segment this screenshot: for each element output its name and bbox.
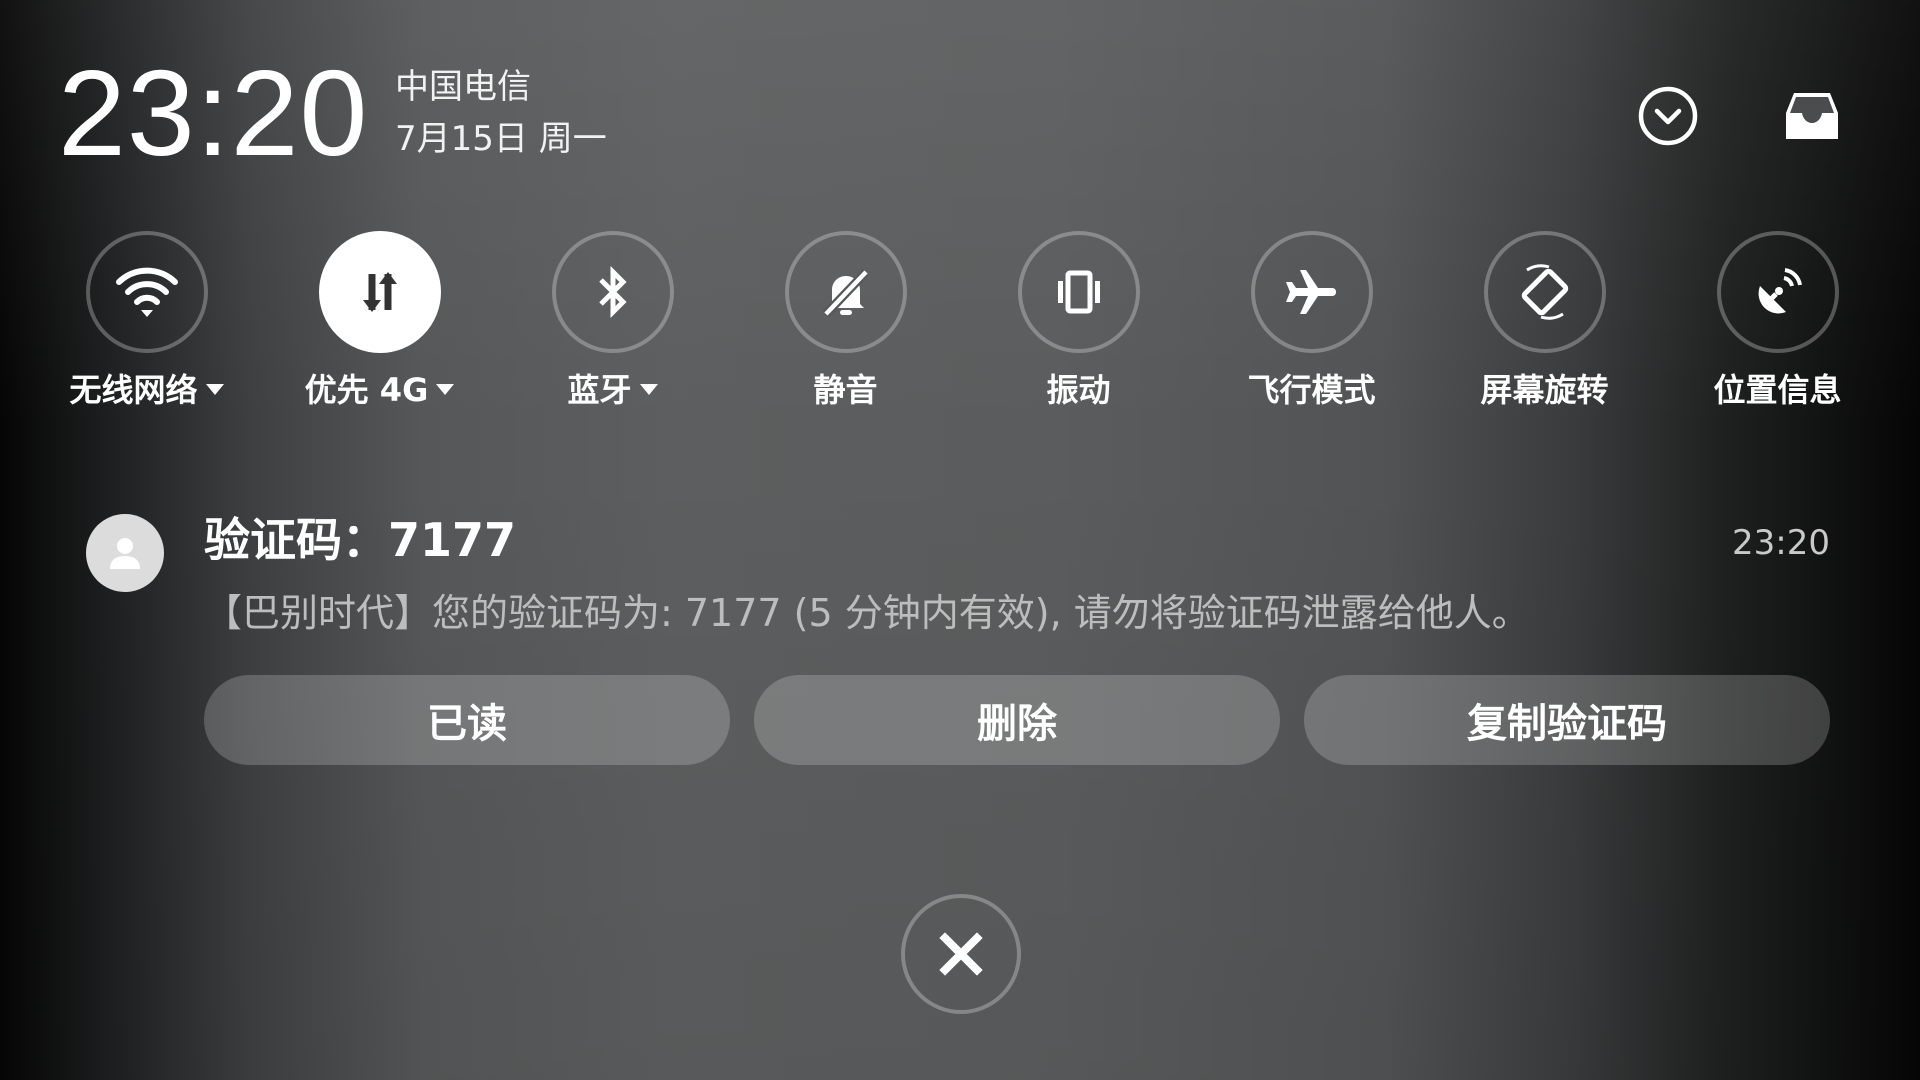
notification-inbox-button[interactable]	[1780, 84, 1844, 148]
close-button[interactable]	[901, 894, 1021, 1014]
notification-body: 【巴别时代】您的验证码为: 7177 (5 分钟内有效), 请勿将验证码泄露给他…	[204, 591, 1530, 635]
toggle-vibrate[interactable]: 振动	[962, 228, 1195, 418]
toggle-mobile-data-button[interactable]	[319, 231, 441, 353]
toggle-location[interactable]: 位置信息	[1661, 228, 1894, 418]
airplane-icon	[1286, 270, 1336, 314]
dropdown-caret-icon[interactable]	[205, 383, 224, 395]
toggle-screen-rotation[interactable]: 屏幕旋转	[1428, 228, 1661, 418]
vibrate-icon	[1058, 270, 1100, 314]
copy-code-button[interactable]: 复制验证码	[1304, 675, 1830, 765]
toggle-location-label: 位置信息	[1713, 371, 1842, 409]
toggle-mute[interactable]: 静音	[729, 228, 962, 418]
toggle-screen-rotation-button[interactable]	[1484, 231, 1606, 353]
notification-time: 23:20	[1732, 523, 1830, 563]
wifi-icon	[116, 267, 178, 317]
clock: 23:20	[58, 45, 369, 181]
quick-settings-toggles: 无线网络 优先 4G 蓝牙 静音 振动 飞行模式 屏幕旋转 位置信息	[0, 228, 1920, 418]
toggle-airplane-mode-button[interactable]	[1251, 231, 1373, 353]
expand-button[interactable]	[1636, 84, 1700, 148]
toggle-bluetooth[interactable]: 蓝牙	[496, 228, 729, 418]
mobile-data-icon	[363, 272, 397, 312]
date-label: 7月15日 周一	[395, 119, 607, 159]
person-icon	[110, 538, 140, 569]
close-icon	[939, 932, 983, 976]
inbox-tray-icon	[1786, 93, 1838, 139]
toggle-bluetooth-button[interactable]	[552, 231, 674, 353]
bluetooth-icon	[599, 265, 627, 319]
toggle-wifi-button[interactable]	[86, 231, 208, 353]
location-icon	[1758, 268, 1802, 314]
toggle-airplane-mode[interactable]: 飞行模式	[1195, 228, 1428, 418]
notification-actions: 已读 删除 复制验证码	[204, 675, 1830, 765]
toggle-wifi[interactable]: 无线网络	[30, 228, 263, 418]
toggle-location-button[interactable]	[1717, 231, 1839, 353]
carrier-name: 中国电信	[395, 67, 531, 107]
sms-notification[interactable]: 验证码：7177 23:20 【巴别时代】您的验证码为: 7177 (5 分钟内…	[0, 500, 1920, 780]
avatar	[86, 514, 164, 592]
delete-button[interactable]: 删除	[754, 675, 1280, 765]
notification-title: 验证码：7177	[204, 513, 517, 567]
mark-read-button[interactable]: 已读	[204, 675, 730, 765]
toggle-vibrate-button[interactable]	[1018, 231, 1140, 353]
toggle-mobile-data[interactable]: 优先 4G	[263, 228, 496, 418]
dropdown-caret-icon[interactable]	[436, 383, 455, 395]
dropdown-caret-icon[interactable]	[639, 383, 658, 395]
screen-rotation-icon	[1521, 264, 1569, 320]
toggle-mute-button[interactable]	[785, 231, 907, 353]
chevron-down-circle-icon	[1638, 86, 1698, 146]
mute-bell-icon	[822, 268, 870, 318]
